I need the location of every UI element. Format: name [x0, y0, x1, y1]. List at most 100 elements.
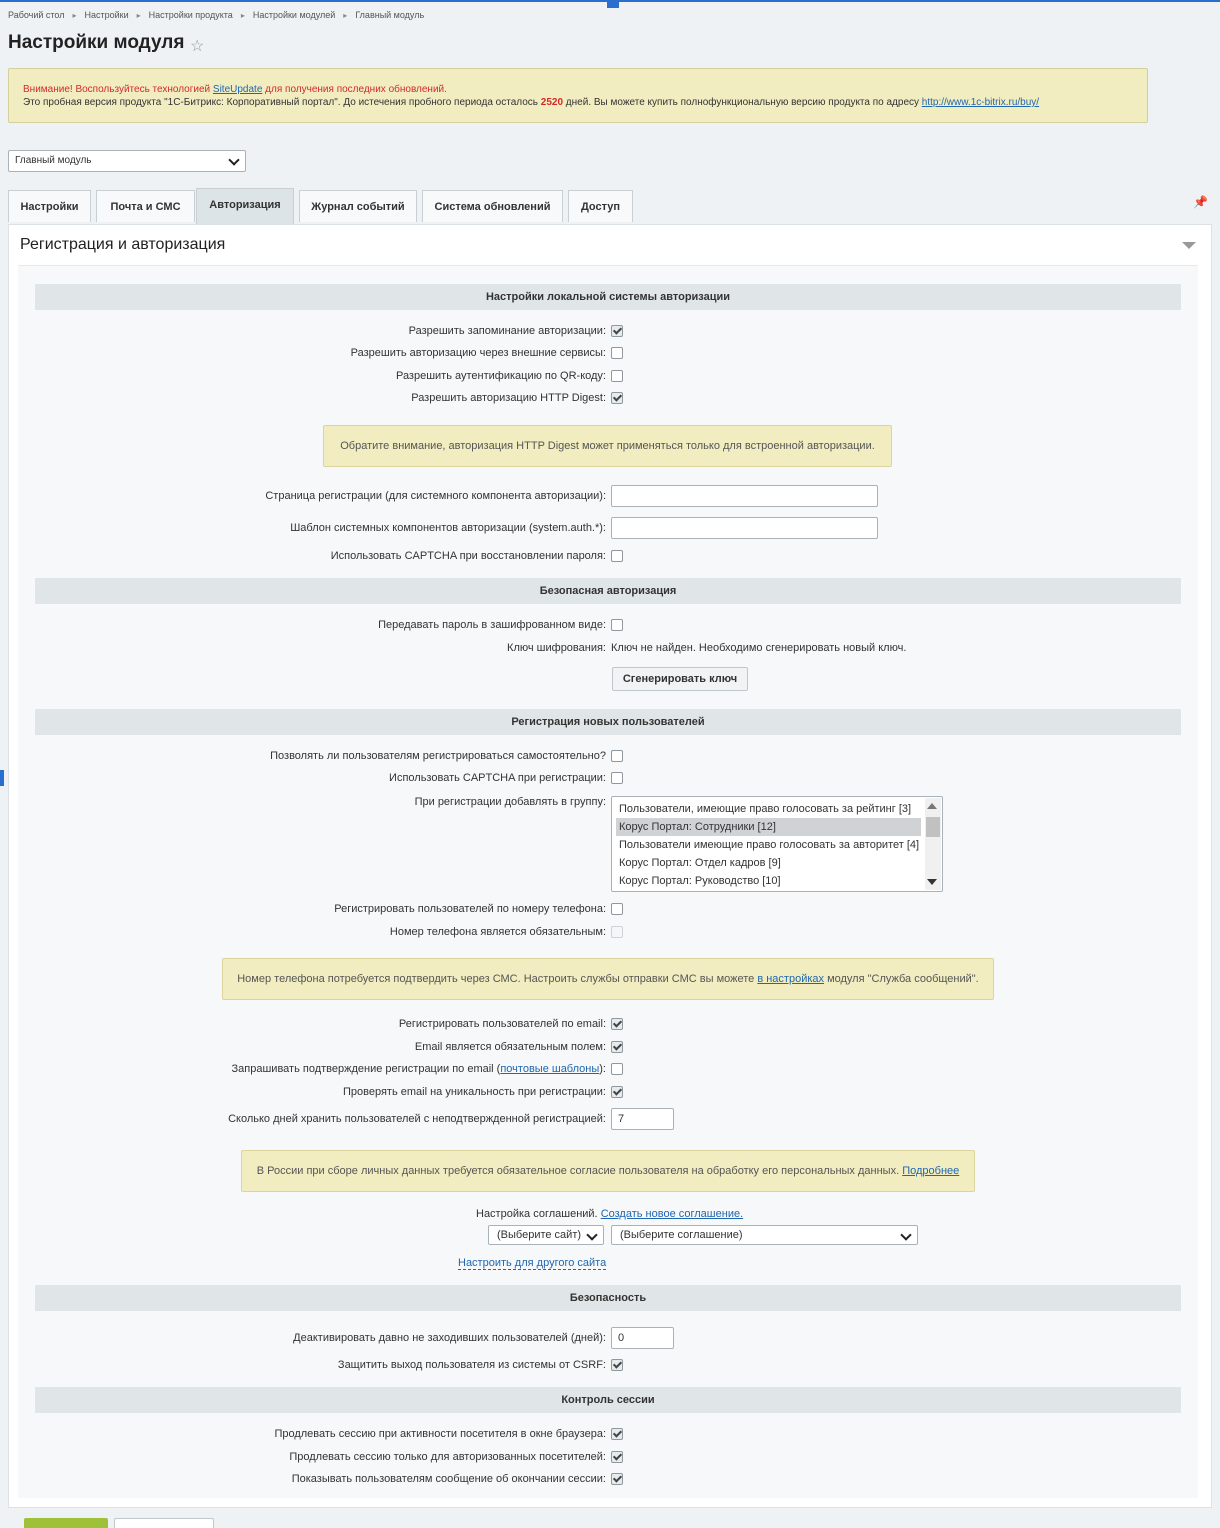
- checkbox-session-message[interactable]: [611, 1473, 623, 1485]
- label-captcha-registration: Использовать CAPTCHA при регистрации:: [389, 772, 606, 784]
- gdpr-more-link[interactable]: Подробнее: [902, 1165, 959, 1177]
- checkbox-email-confirm[interactable]: [611, 1063, 623, 1075]
- label-encrypted-password: Передавать пароль в зашифрованном виде:: [378, 619, 606, 631]
- checkbox-encrypted-password[interactable]: [611, 619, 623, 631]
- label-extend-auth: Продлевать сессию только для авторизован…: [289, 1451, 606, 1463]
- digest-hint: Обратите внимание, авторизация HTTP Dige…: [323, 425, 892, 467]
- checkbox-email-unique[interactable]: [611, 1086, 623, 1098]
- star-icon[interactable]: ☆: [190, 36, 204, 56]
- notice-line2-middle: дней. Вы можете купить полнофункциональн…: [563, 97, 922, 108]
- checkbox-qr-auth[interactable]: [611, 370, 623, 382]
- label-session-message: Показывать пользователям сообщение об ок…: [291, 1473, 606, 1485]
- notice-line1-suffix: для получения последних обновлений.: [262, 84, 447, 95]
- page-title: Настройки модуля: [8, 32, 185, 53]
- breadcrumb-item-settings[interactable]: Настройки: [85, 10, 129, 20]
- sms-hint-suffix: модуля "Служба сообщений".: [824, 973, 979, 985]
- checkbox-email-registration[interactable]: [611, 1018, 623, 1030]
- mail-templates-link[interactable]: почтовые шаблоны: [500, 1063, 599, 1075]
- checkbox-csrf[interactable]: [611, 1359, 623, 1371]
- label-email-registration: Регистрировать пользователей по email:: [398, 1018, 606, 1030]
- scrollbar-thumb[interactable]: [926, 817, 940, 837]
- chevron-down-icon: [900, 1229, 912, 1241]
- scroll-down-icon[interactable]: [927, 879, 937, 885]
- list-item-selected[interactable]: Корус Портал: Сотрудники [12]: [616, 818, 921, 836]
- checkbox-email-required[interactable]: [611, 1041, 623, 1053]
- save-button[interactable]: [24, 1518, 108, 1528]
- checkbox-extend-auth[interactable]: [611, 1451, 623, 1463]
- registration-page-input[interactable]: [611, 485, 878, 507]
- heading-secure-auth: Безопасная авторизация: [35, 578, 1181, 604]
- site-select[interactable]: (Выберите сайт): [488, 1225, 604, 1245]
- checkbox-captcha-registration[interactable]: [611, 772, 623, 784]
- chevron-right-icon: ▸: [240, 11, 245, 20]
- sms-settings-link[interactable]: в настройках: [757, 973, 824, 985]
- scroll-up-icon[interactable]: [927, 803, 937, 809]
- module-select[interactable]: Главный модуль: [8, 150, 246, 172]
- trial-days-count: 2520: [540, 97, 564, 108]
- checkbox-captcha-restore[interactable]: [611, 550, 623, 562]
- breadcrumb-item-desktop[interactable]: Рабочий стол: [8, 10, 65, 20]
- tab-authorization[interactable]: Авторизация: [196, 188, 294, 224]
- label-email-required: Email является обязательным полем:: [414, 1041, 606, 1053]
- heading-session: Контроль сессии: [35, 1387, 1181, 1413]
- notice-line2-prefix: Это пробная версия продукта "1С-Битрикс:…: [23, 97, 541, 108]
- checkbox-phone-required[interactable]: [611, 926, 623, 938]
- keep-days-input[interactable]: 7: [611, 1108, 674, 1130]
- list-item[interactable]: Корус Портал: Руководство [10]: [616, 872, 921, 890]
- list-item[interactable]: Пользователи, имеющие право голосовать з…: [616, 800, 921, 818]
- label-deactivate-days: Деактивировать давно не заходивших польз…: [293, 1332, 606, 1344]
- collapse-icon[interactable]: [1182, 242, 1196, 249]
- section-title: Регистрация и авторизация: [20, 236, 226, 253]
- cancel-button[interactable]: [114, 1518, 214, 1528]
- heading-registration: Регистрация новых пользователей: [35, 709, 1181, 735]
- agreement-select[interactable]: (Выберите соглашение): [611, 1225, 918, 1245]
- breadcrumb: Рабочий стол ▸ Настройки ▸ Настройки продукт…: [8, 10, 424, 20]
- side-resize-handle[interactable]: [0, 770, 4, 786]
- gdpr-hint-text: В России при сборе личных данных требует…: [256, 1165, 903, 1177]
- tab-settings[interactable]: Настройки: [8, 190, 91, 222]
- breadcrumb-item-main-module[interactable]: Главный модуль: [355, 10, 424, 20]
- list-item[interactable]: Корус Портал: Отдел кадров [9]: [616, 854, 921, 872]
- chevron-right-icon: ▸: [343, 11, 348, 20]
- breadcrumb-item-product-settings[interactable]: Настройки продукта: [149, 10, 233, 20]
- generate-key-button[interactable]: Сгенерировать ключ: [612, 667, 748, 691]
- label-email-confirm: Запрашивать подтверждение регистрации по…: [232, 1063, 606, 1075]
- chevron-down-icon: [586, 1229, 598, 1241]
- other-site-link[interactable]: Настроить для другого сайта: [458, 1257, 607, 1270]
- registration-group-listbox[interactable]: Пользователи, имеющие право голосовать з…: [611, 796, 943, 892]
- checkbox-remember-auth[interactable]: [611, 325, 623, 337]
- checkbox-phone-registration[interactable]: [611, 903, 623, 915]
- label-keep-days: Сколько дней хранить пользователей с неп…: [228, 1113, 606, 1125]
- tab-event-log[interactable]: Журнал событий: [299, 190, 417, 222]
- checkbox-self-register[interactable]: [611, 750, 623, 762]
- chevron-right-icon: ▸: [72, 11, 77, 20]
- top-resize-handle[interactable]: [607, 0, 619, 8]
- auth-template-input[interactable]: [611, 517, 878, 539]
- label-phone-required: Номер телефона является обязательным:: [389, 926, 606, 938]
- heading-local-auth: Настройки локальной системы авторизации: [35, 284, 1181, 310]
- pin-icon[interactable]: 📌: [1193, 195, 1208, 209]
- checkbox-extend-active[interactable]: [611, 1428, 623, 1440]
- breadcrumb-item-module-settings[interactable]: Настройки модулей: [253, 10, 335, 20]
- checkbox-external-auth[interactable]: [611, 347, 623, 359]
- checkbox-http-digest[interactable]: [611, 392, 623, 404]
- scrollbar[interactable]: [925, 798, 941, 890]
- deactivate-days-input[interactable]: 0: [611, 1327, 674, 1349]
- email-confirm-suffix: ):: [599, 1063, 606, 1075]
- gdpr-hint: В России при сборе личных данных требует…: [241, 1150, 975, 1192]
- create-agreement-link[interactable]: Создать новое соглашение.: [601, 1208, 743, 1220]
- list-item[interactable]: Пользователи имеющие право голосовать за…: [616, 836, 921, 854]
- notice-line1-prefix: Внимание! Воспользуйтесь технологией: [23, 84, 213, 95]
- label-self-register: Позволять ли пользователям регистрироват…: [270, 750, 606, 762]
- agreement-settings-row: Настройка соглашений. Создать новое согл…: [476, 1208, 743, 1220]
- tab-mail-sms[interactable]: Почта и СМС: [96, 190, 195, 222]
- tab-update-system[interactable]: Система обновлений: [422, 190, 563, 222]
- label-phone-registration: Регистрировать пользователей по номеру т…: [334, 903, 606, 915]
- label-registration-group: При регистрации добавлять в группу:: [414, 796, 606, 808]
- tab-access[interactable]: Доступ: [568, 190, 633, 222]
- label-registration-page: Страница регистрации (для системного ком…: [265, 490, 606, 502]
- buy-link[interactable]: http://www.1c-bitrix.ru/buy/: [922, 97, 1039, 108]
- siteupdate-link[interactable]: SiteUpdate: [213, 84, 262, 95]
- module-select-value: Главный модуль: [15, 155, 92, 166]
- label-auth-template: Шаблон системных компонентов авторизации…: [290, 522, 606, 534]
